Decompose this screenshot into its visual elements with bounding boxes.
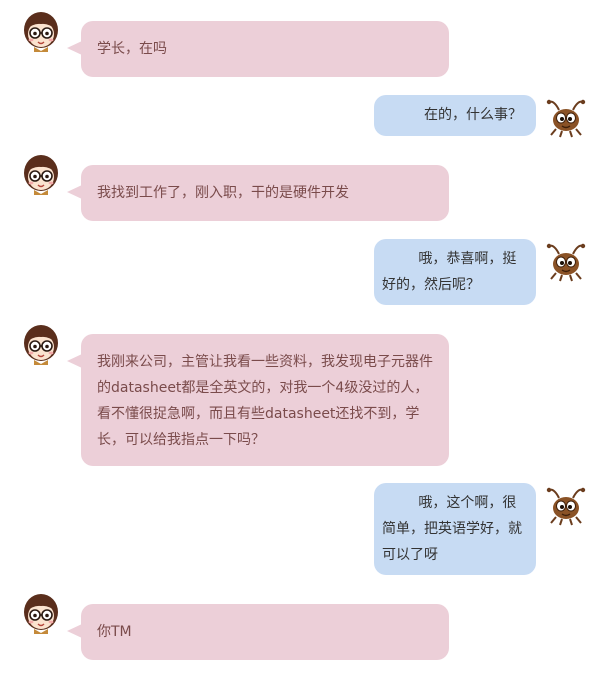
ant-avatar-icon bbox=[546, 96, 586, 138]
girl-avatar-icon bbox=[21, 592, 61, 634]
girl-avatar-icon bbox=[21, 153, 61, 195]
message-bubble-outgoing: 在的，什么事？ bbox=[374, 95, 536, 136]
message-text: 你TM bbox=[97, 624, 132, 640]
message-text: 我找到工作了，刚入职，干的是硬件开发 bbox=[97, 185, 349, 201]
message-text: 哦，这个啊，很简单，把英语学好，就可以了呀 bbox=[382, 495, 522, 563]
message-bubble-incoming: 我找到工作了，刚入职，干的是硬件开发 bbox=[67, 165, 449, 221]
message-text: 在的，什么事？ bbox=[424, 107, 522, 123]
girl-avatar-icon bbox=[21, 10, 61, 52]
message-bubble-incoming: 学长，在吗 bbox=[67, 21, 449, 77]
message-bubble-outgoing: 哦，这个啊，很简单，把英语学好，就可以了呀 bbox=[374, 483, 536, 575]
girl-avatar-icon bbox=[21, 323, 61, 365]
ant-avatar-icon bbox=[546, 484, 586, 526]
ant-avatar-icon bbox=[546, 240, 586, 282]
message-bubble-incoming: 你TM bbox=[67, 604, 449, 660]
message-text: 我刚来公司，主管让我看一些资料，我发现电子元器件的datasheet都是全英文的… bbox=[97, 354, 433, 448]
message-text: 哦，恭喜啊，挺好的，然后呢？ bbox=[382, 251, 517, 293]
message-bubble-incoming: 我刚来公司，主管让我看一些资料，我发现电子元器件的datasheet都是全英文的… bbox=[67, 334, 449, 466]
message-bubble-outgoing: 哦，恭喜啊，挺好的，然后呢？ bbox=[374, 239, 536, 305]
message-text: 学长，在吗 bbox=[97, 41, 167, 57]
